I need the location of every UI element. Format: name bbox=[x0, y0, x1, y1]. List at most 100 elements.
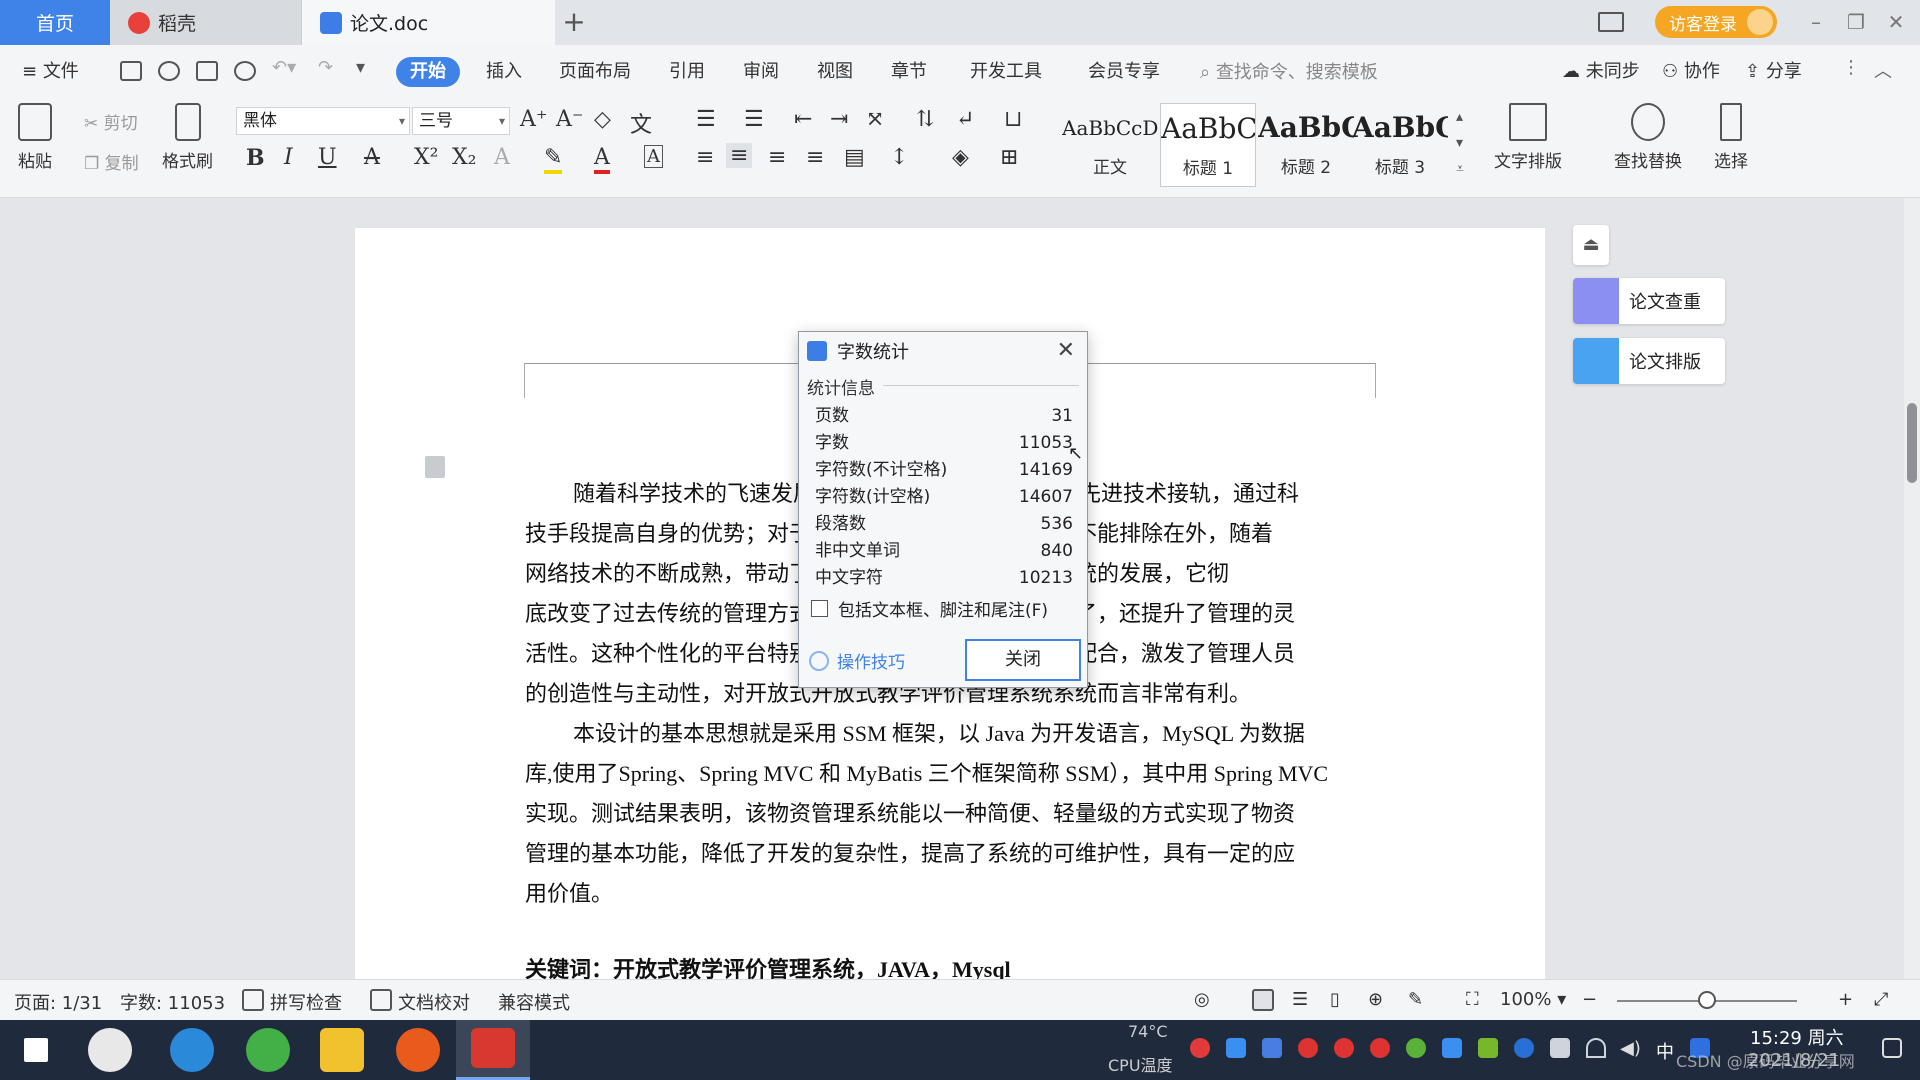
collaborate-button[interactable]: ⚇ 协作 bbox=[1662, 57, 1720, 83]
distributed-icon[interactable]: ▤ bbox=[844, 145, 865, 170]
customize-toolbar-icon[interactable]: ▾ bbox=[356, 57, 365, 78]
show-marks-icon[interactable]: ↵ bbox=[956, 107, 974, 132]
tab-member[interactable]: 会员专享 bbox=[1088, 57, 1160, 83]
increase-indent-icon[interactable]: ⇥ bbox=[830, 107, 848, 132]
paste-button[interactable]: 粘贴 bbox=[18, 103, 52, 172]
dialog-title-bar[interactable]: 字数统计 bbox=[799, 332, 1087, 370]
tab-references[interactable]: 引用 bbox=[669, 57, 705, 83]
undo-icon[interactable]: ↶▾ bbox=[272, 57, 296, 78]
tips-link[interactable]: 操作技巧 bbox=[809, 648, 905, 673]
thesis-check-button[interactable]: 论文查重 bbox=[1573, 278, 1725, 324]
text-effect-icon[interactable]: A bbox=[494, 145, 510, 170]
select-button[interactable]: 选择 bbox=[1714, 103, 1748, 172]
italic-icon[interactable]: I bbox=[284, 145, 293, 170]
tab-start[interactable]: 开始 bbox=[396, 57, 460, 87]
font-color-icon[interactable]: A bbox=[594, 145, 610, 174]
subscript-icon[interactable]: X₂ bbox=[452, 145, 476, 170]
justify-icon[interactable]: ≡ bbox=[806, 145, 824, 170]
command-search[interactable]: ⌕ 查找命令、搜索模板 bbox=[1200, 58, 1378, 84]
keywords-line[interactable]: 关键词：开放式教学评价管理系统，JAVA，Mysql bbox=[525, 950, 1377, 979]
restore-icon[interactable]: ❐ bbox=[1840, 8, 1872, 36]
decrease-indent-icon[interactable]: ⇤ bbox=[794, 107, 812, 132]
security-shield-icon[interactable] bbox=[1262, 1038, 1282, 1058]
style-heading-2[interactable]: AaBbC 标题 2 bbox=[1258, 103, 1354, 187]
print-icon[interactable] bbox=[196, 61, 218, 81]
highlight-icon[interactable]: ✎ bbox=[544, 145, 563, 174]
tray-app-icon[interactable] bbox=[1442, 1038, 1462, 1058]
fit-page-icon[interactable]: ⛶ bbox=[1466, 989, 1479, 1010]
tab-daoke[interactable]: 稻壳 bbox=[110, 0, 302, 45]
close-window-icon[interactable]: ✕ bbox=[1880, 8, 1912, 36]
shading-icon[interactable]: ◈ bbox=[952, 145, 969, 170]
chinese-layout-icon[interactable]: ⤧ bbox=[866, 107, 884, 132]
tray-app-icon[interactable] bbox=[1226, 1038, 1246, 1058]
nvidia-icon[interactable] bbox=[1478, 1038, 1498, 1058]
font-name-select[interactable]: 黑体 bbox=[236, 107, 410, 135]
clock-time[interactable]: 15:29 周六 bbox=[1750, 1024, 1844, 1050]
include-textbox-checkbox[interactable]: 包括文本框、脚注和尾注(F) bbox=[799, 596, 1087, 621]
fullscreen-icon[interactable]: ⤢ bbox=[1874, 989, 1888, 1010]
borders-icon[interactable]: ⊞ bbox=[1000, 145, 1018, 170]
side-panel-collapse-icon[interactable]: ⏏ bbox=[1573, 225, 1609, 265]
styles-more-icon[interactable]: ⩡ bbox=[1456, 161, 1464, 177]
ime-indicator[interactable]: 中 bbox=[1656, 1038, 1676, 1063]
browser-360-icon[interactable] bbox=[246, 1028, 290, 1072]
find-replace-button[interactable]: 查找替换 bbox=[1614, 103, 1682, 172]
font-size-select[interactable]: 三号 bbox=[412, 107, 510, 135]
bluetooth-icon[interactable] bbox=[1514, 1038, 1534, 1058]
scrollbar-thumb[interactable] bbox=[1907, 403, 1917, 483]
minimize-icon[interactable]: – bbox=[1800, 8, 1832, 36]
sort-icon[interactable]: ⇅ bbox=[916, 107, 934, 132]
align-center-icon[interactable]: ≡ bbox=[726, 143, 753, 168]
guest-login-button[interactable]: 访客登录 bbox=[1655, 6, 1777, 38]
char-border-icon[interactable]: A bbox=[644, 145, 663, 168]
tab-developer-tools[interactable]: 开发工具 bbox=[970, 57, 1042, 83]
tab-stops-icon[interactable]: ⊔ bbox=[1004, 107, 1022, 132]
phonetic-guide-icon[interactable]: 文 bbox=[630, 107, 652, 139]
shrink-font-icon[interactable]: A⁻ bbox=[556, 107, 584, 132]
style-heading-1[interactable]: AaBbC 标题 1 bbox=[1160, 103, 1256, 187]
style-normal[interactable]: AaBbCcDc 正文 bbox=[1062, 103, 1158, 187]
format-painter-button[interactable]: 格式刷 bbox=[162, 103, 213, 172]
tray-app-icon[interactable] bbox=[1334, 1038, 1354, 1058]
dialog-close-icon[interactable]: ✕ bbox=[1057, 338, 1075, 363]
thesis-layout-button[interactable]: 论文排版 bbox=[1573, 338, 1725, 384]
tab-page-layout[interactable]: 页面布局 bbox=[559, 57, 631, 83]
grow-font-icon[interactable]: A⁺ bbox=[520, 107, 548, 132]
share-button[interactable]: ⇪ 分享 bbox=[1745, 57, 1802, 83]
app-pinwheel-icon[interactable] bbox=[88, 1028, 132, 1072]
taskbar-wps-active[interactable] bbox=[456, 1020, 530, 1080]
layout-switch-icon[interactable] bbox=[1598, 6, 1632, 38]
proofread-button[interactable]: 文档校对 bbox=[398, 989, 470, 1015]
superscript-icon[interactable]: X² bbox=[414, 145, 438, 170]
style-heading-3[interactable]: AaBbC 标题 3 bbox=[1352, 103, 1448, 187]
redo-icon[interactable]: ↷ bbox=[318, 57, 333, 78]
export-pdf-icon[interactable] bbox=[158, 61, 180, 81]
wifi-icon[interactable] bbox=[1586, 1038, 1606, 1058]
zoom-level[interactable]: 100% ▾ bbox=[1500, 989, 1566, 1010]
tab-home[interactable]: 首页 bbox=[0, 0, 110, 45]
collapse-ribbon-icon[interactable]: ︿ bbox=[1874, 57, 1892, 83]
eye-protection-icon[interactable]: ◎ bbox=[1194, 989, 1210, 1010]
print-preview-icon[interactable] bbox=[234, 61, 256, 81]
notification-icon[interactable] bbox=[1882, 1038, 1902, 1058]
tab-insert[interactable]: 插入 bbox=[486, 57, 522, 83]
more-icon[interactable]: ⋮ bbox=[1842, 57, 1860, 78]
zoom-out-icon[interactable]: − bbox=[1582, 989, 1597, 1010]
line-spacing-icon[interactable]: ↕ bbox=[890, 145, 908, 170]
internet-explorer-icon[interactable] bbox=[170, 1028, 214, 1072]
bold-icon[interactable]: B bbox=[246, 145, 265, 171]
text-layout-button[interactable]: 文字排版 bbox=[1494, 103, 1562, 172]
document-outline-icon[interactable] bbox=[425, 456, 445, 478]
web-view-icon[interactable]: ⊕ bbox=[1368, 989, 1383, 1010]
save-icon[interactable] bbox=[120, 61, 142, 81]
strikethrough-icon[interactable]: A bbox=[364, 145, 380, 170]
zoom-slider-thumb[interactable] bbox=[1698, 991, 1716, 1009]
page-view-icon[interactable] bbox=[1252, 989, 1274, 1011]
page-indicator[interactable]: 页面: 1/31 bbox=[14, 989, 102, 1015]
dialog-close-button[interactable]: 关闭 bbox=[965, 639, 1081, 681]
copy-button[interactable]: ❐ 复制 bbox=[84, 149, 139, 174]
tray-app-icon[interactable] bbox=[1190, 1038, 1210, 1058]
file-explorer-icon[interactable] bbox=[320, 1028, 364, 1072]
tab-chapter[interactable]: 章节 bbox=[891, 57, 927, 83]
